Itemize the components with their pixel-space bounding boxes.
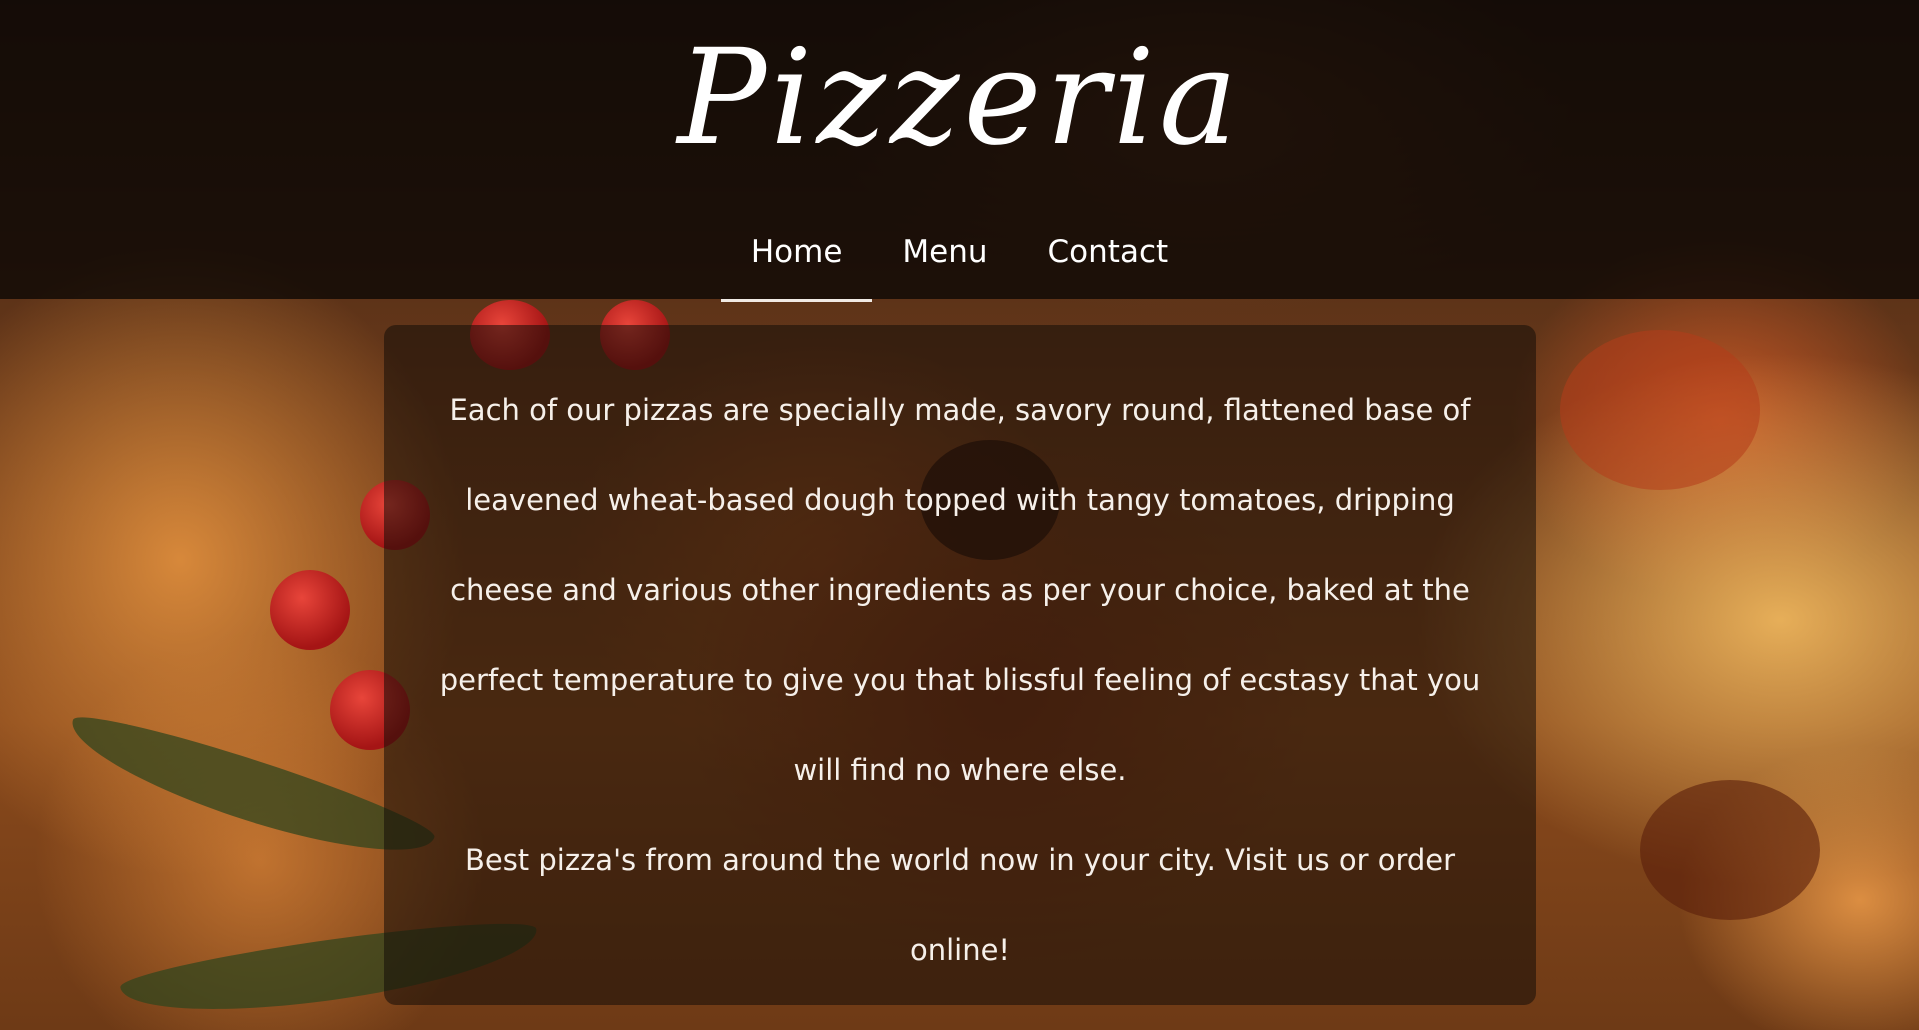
intro-card: Each of our pizzas are specially made, s… (384, 325, 1536, 1005)
brand-title: Pizzeria (677, 21, 1242, 175)
main-nav: Home Menu Contact (0, 225, 1919, 302)
nav-item-menu[interactable]: Menu (872, 225, 1017, 302)
site-header: Pizzeria Home Menu Contact (0, 0, 1919, 302)
nav-item-home[interactable]: Home (720, 225, 873, 302)
intro-paragraph: Each of our pizzas are specially made, s… (439, 393, 1481, 787)
tomato-decoration (270, 570, 350, 650)
topping-decoration (1560, 330, 1760, 490)
nav-item-contact[interactable]: Contact (1018, 225, 1199, 302)
cta-paragraph: Best pizza's from around the world now i… (464, 843, 1456, 967)
topping-decoration (1640, 780, 1820, 920)
